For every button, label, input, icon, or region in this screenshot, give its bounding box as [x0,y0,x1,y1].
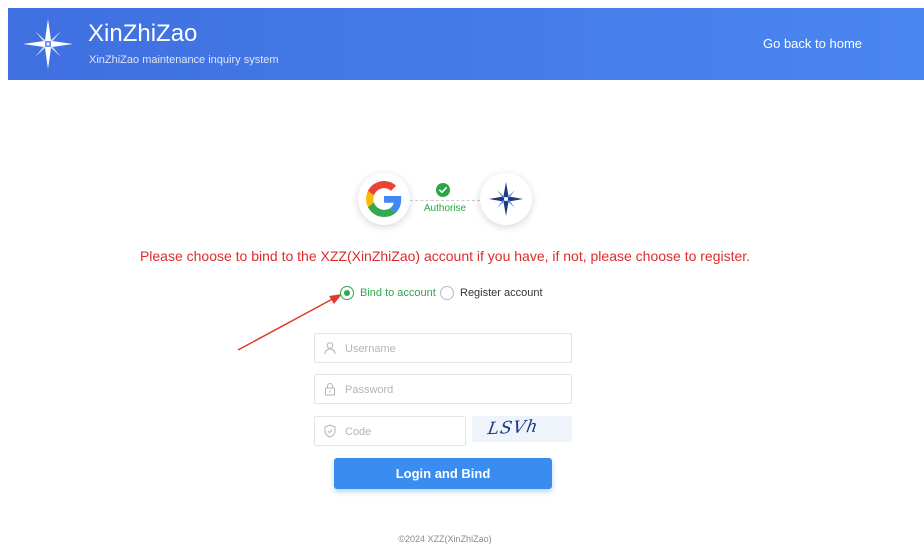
password-field [314,374,572,405]
compass-star-logo-icon [23,19,73,69]
top-header: XinZhiZao XinZhiZao maintenance inquiry … [8,8,924,80]
brand-title: XinZhiZao [88,20,198,47]
google-badge [358,173,410,225]
radio-indicator [440,286,454,300]
xinzhizao-logo-icon [489,182,523,216]
user-icon [324,342,336,355]
bind-to-account-label: Bind to account [360,287,436,299]
xinzhizao-badge [480,173,532,225]
go-back-home-link[interactable]: Go back to home [763,36,862,51]
code-input[interactable] [343,417,467,447]
username-input[interactable] [343,334,567,364]
check-icon [436,183,450,197]
shield-check-icon [324,424,336,438]
captcha-text: LSVh [486,416,541,440]
google-icon [366,181,402,217]
captcha-image[interactable]: LSVh [472,416,572,442]
register-account-label: Register account [460,287,543,299]
login-and-bind-button[interactable]: Login and Bind [334,458,552,489]
lock-icon [325,383,335,396]
brand-subtitle: XinZhiZao maintenance inquiry system [89,54,279,66]
footer-copyright: ©2024 XZZ(XinZhiZao) [398,534,492,544]
bind-or-register-notice: Please choose to bind to the XZZ(XinZhiZ… [139,248,751,264]
radio-selected-indicator [340,286,354,300]
password-input[interactable] [343,375,567,405]
authorisation-status: Authorise [358,171,534,229]
code-field [314,416,467,447]
connector-line [410,200,480,201]
username-field [314,333,572,364]
authorise-label: Authorise [423,203,467,214]
